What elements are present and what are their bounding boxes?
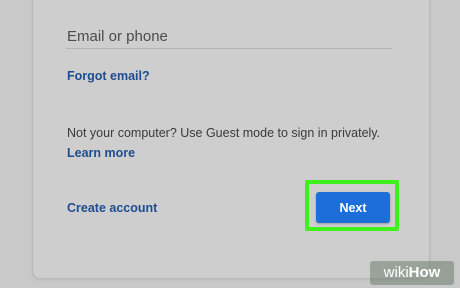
email-input[interactable]: [66, 26, 393, 46]
create-account-link[interactable]: Create account: [67, 201, 157, 215]
next-button[interactable]: Next: [316, 192, 390, 223]
watermark-part2: How: [408, 264, 441, 281]
guest-mode-notice: Not your computer? Use Guest mode to sig…: [67, 126, 381, 140]
email-field[interactable]: [66, 26, 393, 49]
wikihow-watermark: wikiHow: [370, 261, 454, 285]
watermark-part1: wiki: [383, 264, 409, 281]
learn-more-link[interactable]: Learn more: [67, 146, 135, 160]
forgot-email-link[interactable]: Forgot email?: [67, 69, 150, 83]
page: Forgot email? Not your computer? Use Gue…: [0, 0, 460, 288]
